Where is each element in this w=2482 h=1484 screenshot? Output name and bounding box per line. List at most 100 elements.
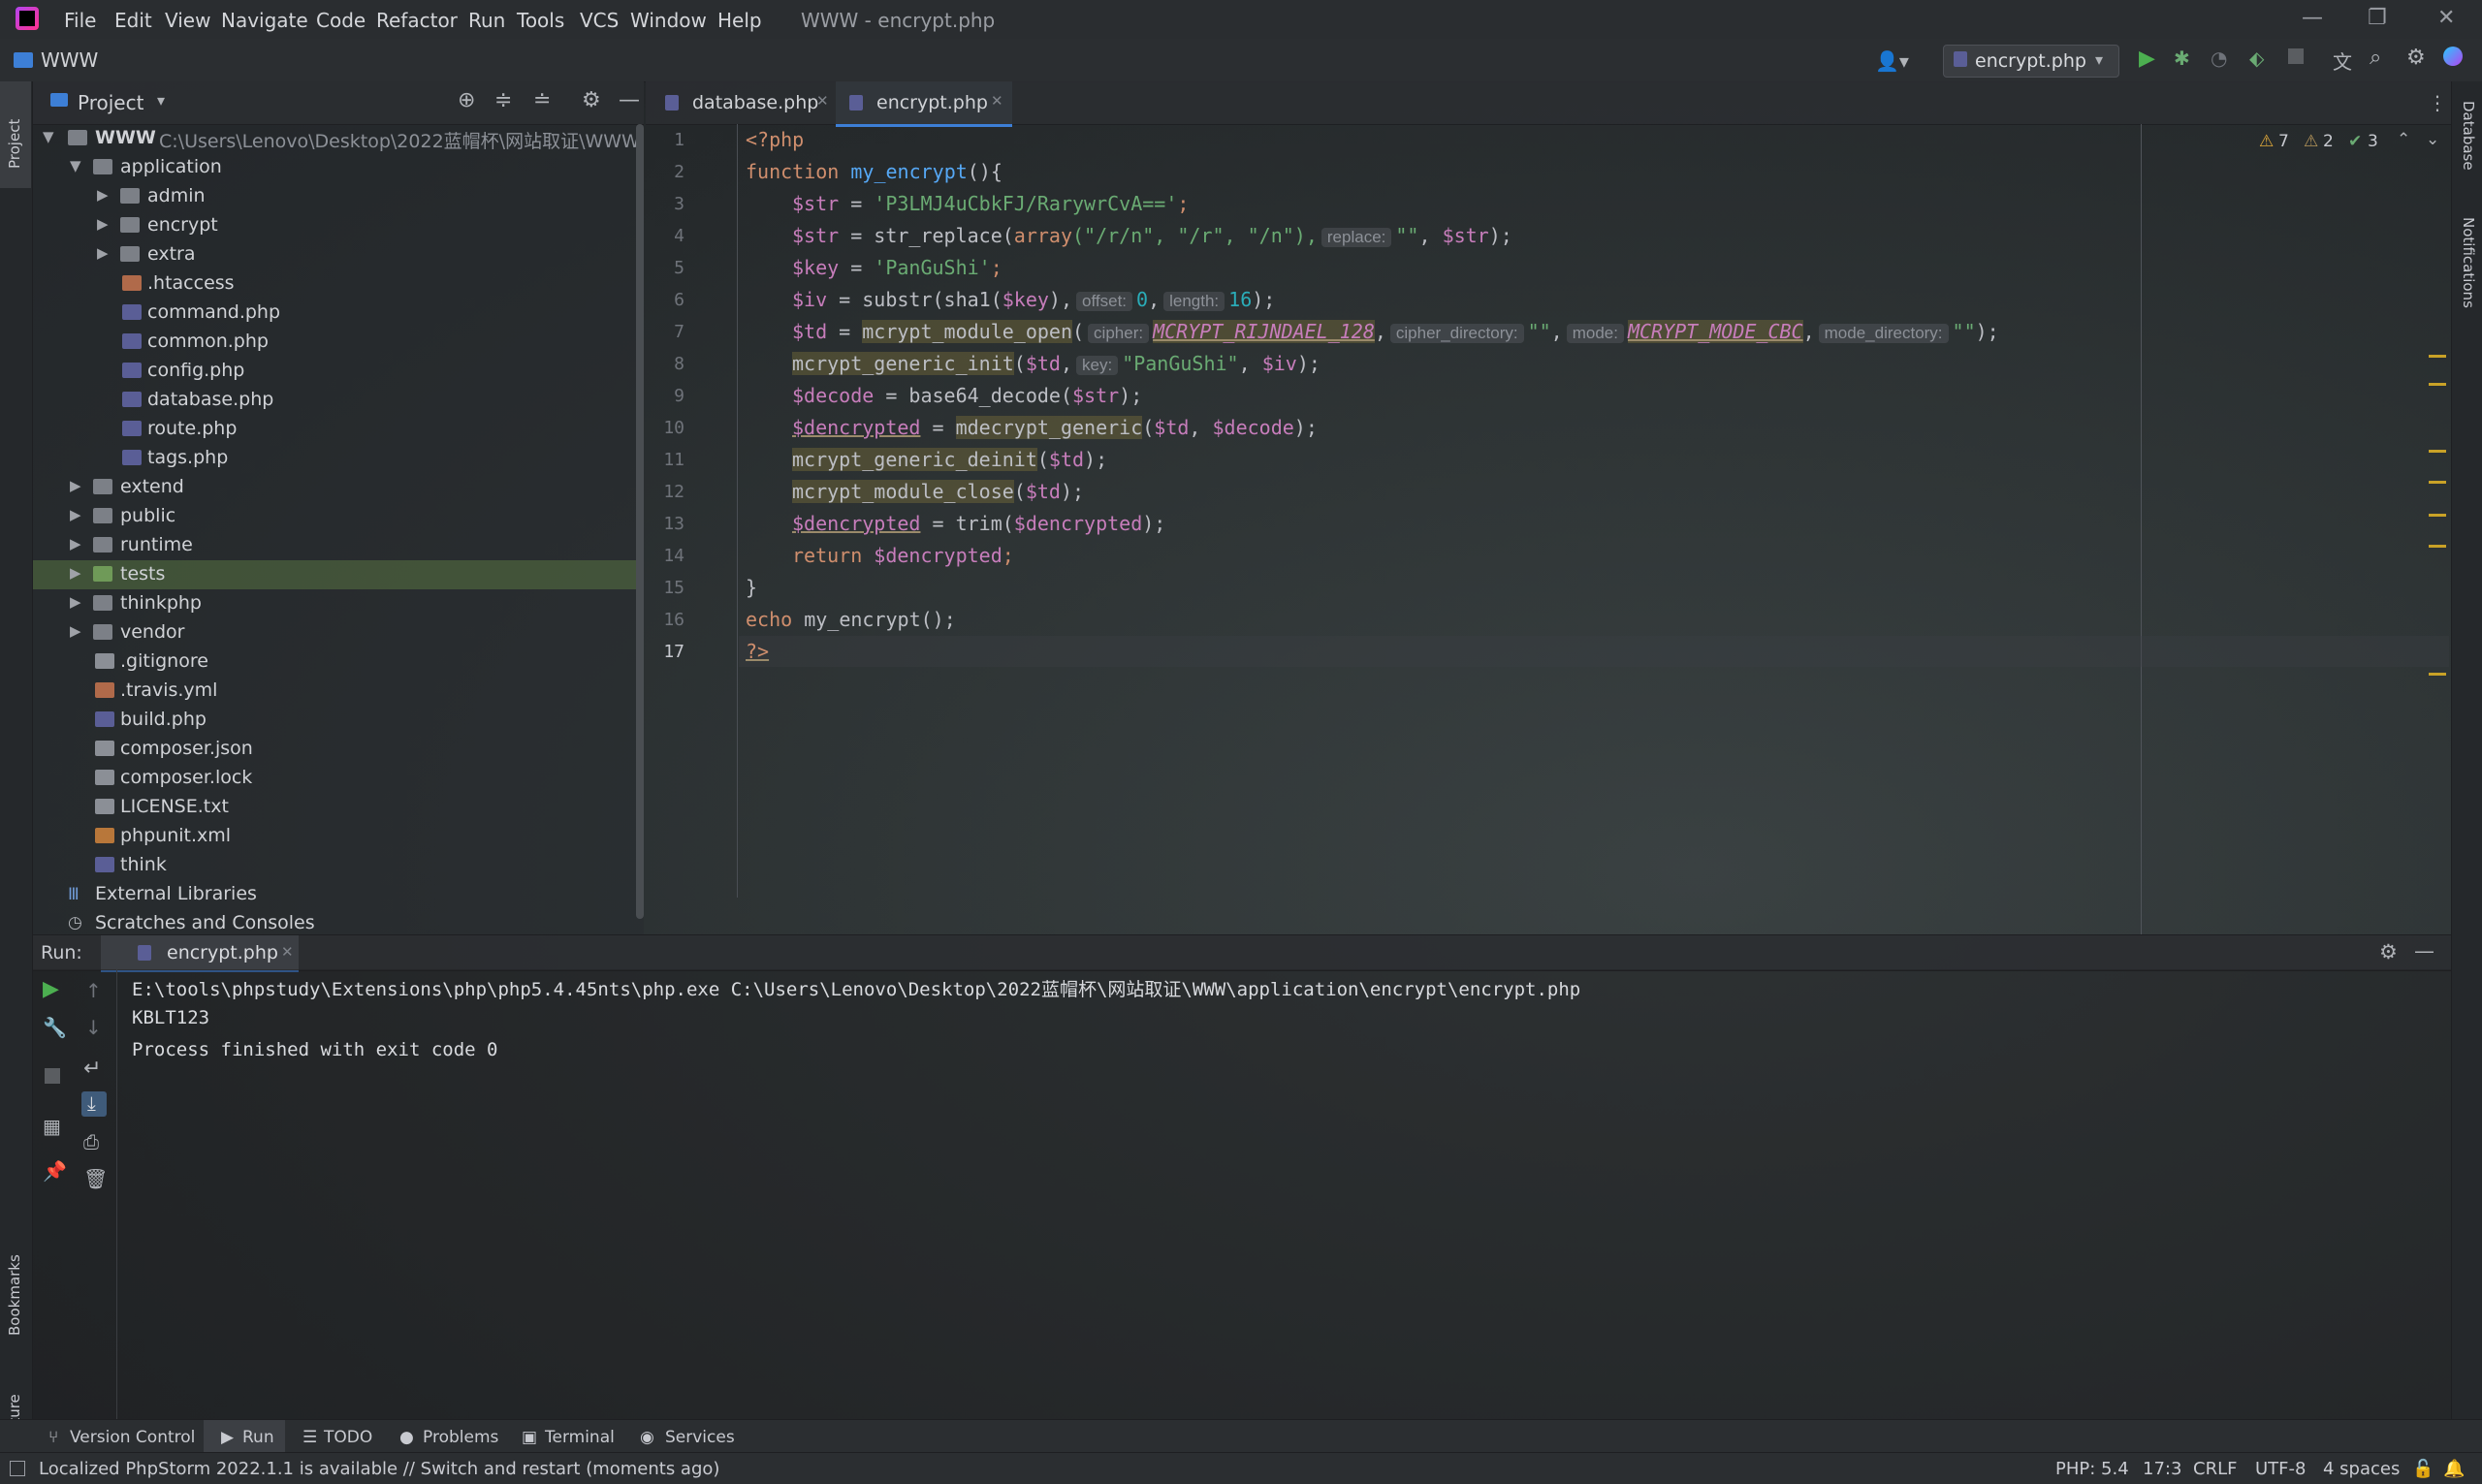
soft-wrap-icon[interactable]: ↵	[83, 1057, 101, 1081]
lock-icon[interactable]: 🔓	[2412, 1459, 2434, 1479]
run-console[interactable]	[33, 969, 2451, 1419]
arrow-down-icon[interactable]: ↓	[85, 1016, 102, 1039]
tree-item-config-php[interactable]: config.php	[33, 357, 644, 386]
error-stripe-mark[interactable]	[2429, 355, 2446, 358]
menu-help[interactable]: Help	[717, 9, 762, 32]
project-scrollbar[interactable]	[636, 124, 644, 919]
error-stripe-mark[interactable]	[2429, 481, 2446, 484]
arrow-up-icon[interactable]: ↑	[85, 979, 102, 1002]
tool-todo[interactable]: TODO	[324, 1428, 372, 1447]
trash-icon[interactable]: 🗑	[83, 1167, 108, 1190]
tree-item-license-txt[interactable]: LICENSE.txt	[33, 793, 644, 822]
close-icon[interactable]: ✕	[991, 92, 1003, 110]
stop-icon[interactable]	[45, 1068, 60, 1084]
locate-icon[interactable]: ⊕	[458, 88, 475, 112]
tool-terminal[interactable]: Terminal	[545, 1428, 615, 1447]
error-stripe-mark[interactable]	[2429, 450, 2446, 453]
coverage-icon[interactable]: ◔	[2211, 47, 2227, 70]
status-line-separator[interactable]: CRLF	[2193, 1459, 2237, 1479]
tree-item-runtime[interactable]: ▶ runtime	[33, 531, 644, 560]
tree-item-think[interactable]: think	[33, 851, 644, 880]
menu-code[interactable]: Code	[316, 9, 366, 32]
run-tab-encrypt-php[interactable]: encrypt.php ✕	[101, 935, 299, 972]
chevron-up-icon[interactable]: ⌃	[2397, 130, 2410, 149]
tree-item-encrypt[interactable]: ▶ encrypt	[33, 211, 644, 240]
status-encoding[interactable]: UTF-8	[2255, 1459, 2306, 1479]
tree-item-vendor[interactable]: ▶ vendor	[33, 618, 644, 647]
tree-item-external-libraries[interactable]: Ⅲ External Libraries	[33, 880, 644, 909]
menu-window[interactable]: Window	[630, 9, 707, 32]
status-indent[interactable]: 4 spaces	[2323, 1459, 2400, 1479]
translate-icon[interactable]: 文	[2333, 47, 2352, 75]
tree-item-www[interactable]: ▼ WWW C:\Users\Lenovo\Desktop\2022蓝帽杯\网站…	[33, 124, 644, 153]
close-icon[interactable]: ✕	[2437, 6, 2455, 30]
tree-item-build-php[interactable]: build.php	[33, 706, 644, 735]
run-icon[interactable]: ▶	[2139, 47, 2155, 71]
tree-item-command-php[interactable]: command.php	[33, 299, 644, 328]
print-icon[interactable]: ⎙	[83, 1130, 99, 1153]
tree-item-application[interactable]: ▼ application	[33, 153, 644, 182]
error-stripe-mark[interactable]	[2429, 383, 2446, 386]
debug-icon[interactable]: ✱	[2174, 47, 2190, 70]
chevron-down-icon[interactable]: ▾	[157, 91, 165, 110]
tree-item-extend[interactable]: ▶ extend	[33, 473, 644, 502]
hide-panel-icon[interactable]: —	[619, 88, 640, 112]
tree-item-admin[interactable]: ▶ admin	[33, 182, 644, 211]
tree-item-composer-lock[interactable]: composer.lock	[33, 764, 644, 793]
tree-item-common-php[interactable]: common.php	[33, 328, 644, 357]
layout-icon[interactable]: ▦	[43, 1115, 61, 1138]
chevron-down-icon[interactable]: ⌄	[2426, 130, 2439, 149]
tool-run[interactable]: Run	[242, 1428, 274, 1447]
error-stripe-mark[interactable]	[2429, 545, 2446, 548]
tree-item-travis-yml[interactable]: .travis.yml	[33, 677, 644, 706]
tool-version-control[interactable]: Version Control	[70, 1428, 195, 1447]
menu-vcs[interactable]: VCS	[580, 9, 619, 32]
tree-item-route-php[interactable]: route.php	[33, 415, 644, 444]
rerun-icon[interactable]: ▶	[43, 977, 59, 1001]
stop-icon[interactable]	[2288, 48, 2304, 64]
hide-panel-icon[interactable]: —	[2414, 939, 2434, 963]
search-icon[interactable]: ⌕	[2370, 46, 2381, 70]
close-icon[interactable]: ✕	[281, 943, 294, 961]
tool-services[interactable]: Services	[665, 1428, 735, 1447]
close-icon[interactable]: ✕	[816, 92, 829, 110]
tree-item-gitignore[interactable]: .gitignore	[33, 647, 644, 677]
tree-item-public[interactable]: ▶ public	[33, 502, 644, 531]
tree-item-database-php[interactable]: database.php	[33, 386, 644, 415]
status-toggle-icon[interactable]	[10, 1461, 25, 1476]
profile-icon[interactable]: ⬖	[2249, 47, 2264, 70]
tree-item-phpunit-xml[interactable]: phpunit.xml	[33, 822, 644, 851]
run-config-selector[interactable]: encrypt.php ▾	[1943, 45, 2119, 78]
menu-run[interactable]: Run	[468, 9, 505, 32]
menu-navigate[interactable]: Navigate	[221, 9, 308, 32]
tree-item-composer-json[interactable]: composer.json	[33, 735, 644, 764]
status-message[interactable]: Localized PhpStorm 2022.1.1 is available…	[39, 1459, 719, 1479]
tree-item-htaccess[interactable]: .htaccess	[33, 269, 644, 299]
error-stripe-mark[interactable]	[2429, 673, 2446, 676]
project-panel-title[interactable]: Project	[78, 91, 143, 114]
tab-database-php[interactable]: database.php ✕	[646, 81, 834, 124]
tab-encrypt-php[interactable]: encrypt.php ✕	[836, 81, 1012, 127]
menu-file[interactable]: File	[64, 9, 96, 32]
collapse-all-icon[interactable]: ≐	[533, 88, 551, 112]
menu-view[interactable]: View	[165, 9, 210, 32]
user-icon[interactable]: 👤▾	[1875, 49, 1909, 73]
project-tool-label[interactable]: Project	[6, 119, 23, 169]
wrench-icon[interactable]: 🔧	[43, 1016, 67, 1039]
bookmarks-tool-label[interactable]: Bookmarks	[6, 1254, 23, 1336]
status-php-level[interactable]: PHP: 5.4	[2055, 1459, 2129, 1479]
notifications-tool-label[interactable]: Notifications	[2460, 217, 2477, 308]
gear-icon[interactable]: ⚙	[2379, 940, 2398, 963]
notifications-icon[interactable]: 🔔	[2443, 1459, 2465, 1479]
breadcrumb-project[interactable]: WWW	[41, 48, 98, 72]
gear-icon[interactable]: ⚙	[582, 88, 601, 112]
jetbrains-logo-icon[interactable]	[2443, 47, 2463, 66]
minimize-icon[interactable]: —	[2302, 6, 2323, 30]
error-stripe-mark[interactable]	[2429, 514, 2446, 517]
more-icon[interactable]: ⋮	[2428, 91, 2447, 114]
menu-tools[interactable]: Tools	[517, 9, 564, 32]
tool-problems[interactable]: Problems	[423, 1428, 498, 1447]
tree-item-thinkphp[interactable]: ▶ thinkphp	[33, 589, 644, 618]
menu-edit[interactable]: Edit	[114, 9, 152, 32]
tree-item-tags-php[interactable]: tags.php	[33, 444, 644, 473]
